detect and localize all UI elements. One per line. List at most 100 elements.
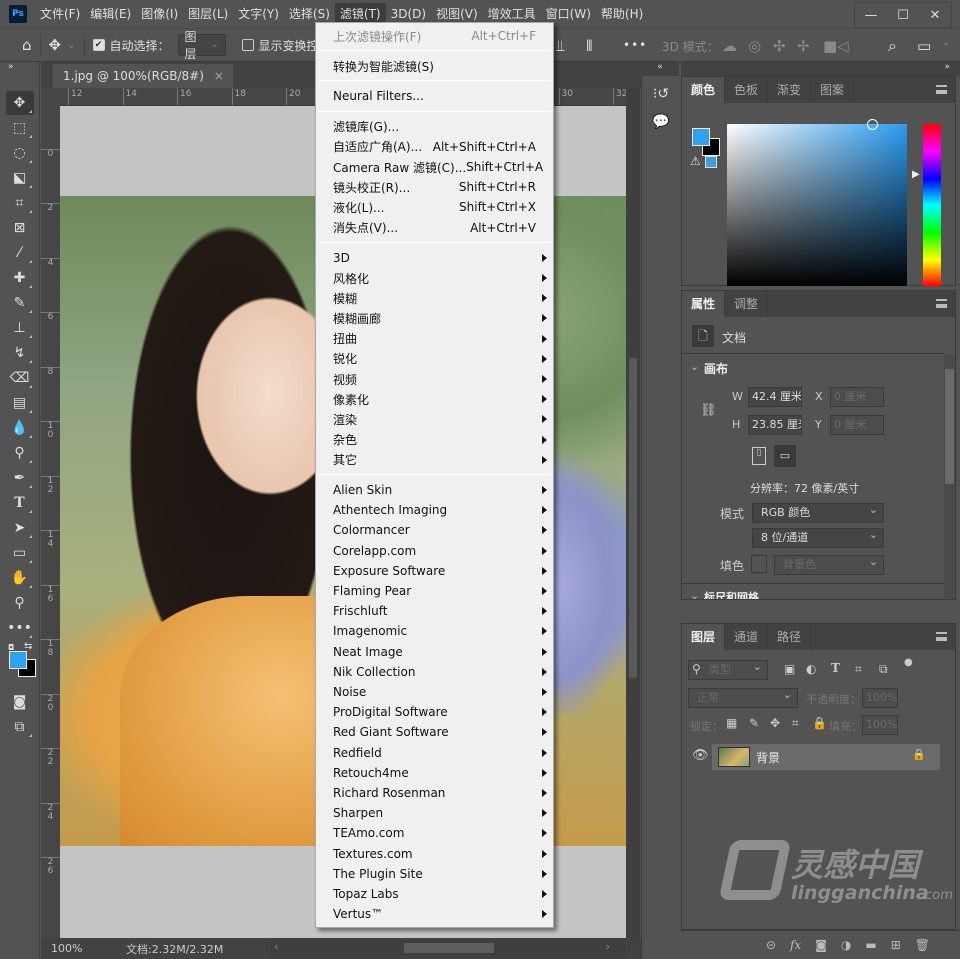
adjustment-layer-icon[interactable]: ◑ <box>841 938 851 952</box>
portrait-orientation-icon[interactable]: ▯ <box>752 447 766 465</box>
opacity-input[interactable]: 100% <box>862 688 898 708</box>
scroll-thumb[interactable] <box>404 943 494 953</box>
lock-artboard-icon[interactable]: ⌗ <box>792 716 799 731</box>
layers_panel-tab-1[interactable]: 通道 <box>725 624 769 650</box>
dodge-tool[interactable]: ⚲ <box>6 441 34 465</box>
color_panel-tab-1[interactable]: 色板 <box>725 77 769 103</box>
scroll-right-icon[interactable]: › <box>606 940 610 953</box>
history-brush-tool[interactable]: ↯ <box>6 341 34 365</box>
foreground-color-swatch[interactable] <box>9 651 27 669</box>
filter-menu-item[interactable]: 液化(L)... Shift+Ctrl+X <box>316 197 553 217</box>
rectangle-tool[interactable]: ▭ <box>6 541 34 565</box>
gamut-color-swatch[interactable] <box>705 156 717 168</box>
filter-menu-item[interactable]: Topaz Labs <box>316 884 553 904</box>
fill-input[interactable]: 100% <box>862 715 898 735</box>
menu-3[interactable]: 图层(L) <box>183 3 233 25</box>
width-input[interactable]: 42.4 厘米 <box>748 387 802 407</box>
filter-menu-item[interactable]: Exposure Software <box>316 561 553 581</box>
3d-roll-icon[interactable]: ◎ <box>748 37 761 55</box>
type-tool[interactable]: T <box>6 491 34 515</box>
lasso-tool[interactable]: ◌ <box>6 141 34 165</box>
layers_panel-tab-0[interactable]: 图层 <box>682 624 726 650</box>
bit-depth-select[interactable]: 8 位/通道 <box>752 526 884 548</box>
scroll-thumb[interactable] <box>629 358 637 678</box>
smart-object-filter-icon[interactable]: ⧉ <box>879 662 888 677</box>
x-input[interactable]: 0 厘米 <box>830 387 884 407</box>
filter-menu-item[interactable]: 消失点(V)... Alt+Ctrl+V <box>316 218 553 238</box>
clone-stamp-tool[interactable]: ⊥ <box>6 316 34 340</box>
filter-menu-item[interactable]: Sharpen <box>316 803 553 823</box>
pen-tool[interactable]: ✒ <box>6 466 34 490</box>
properties_panel-tab-0[interactable]: 属性 <box>682 291 726 317</box>
blend-mode-select[interactable]: 正常 <box>688 686 798 708</box>
panel-menu-icon[interactable] <box>936 85 947 94</box>
filter-menu-item[interactable]: 3D <box>316 248 553 268</box>
color-picker-cursor[interactable] <box>867 119 878 130</box>
canvas-section-title[interactable]: 画布 <box>704 360 728 377</box>
3d-orbit-icon[interactable]: ☁ <box>722 37 737 55</box>
gradient-tool[interactable]: ▤ <box>6 391 34 415</box>
workspace-icon[interactable]: ▭ <box>917 37 931 55</box>
brush-tool[interactable]: ✎ <box>6 291 34 315</box>
collapse-panels-icon[interactable]: » <box>681 62 960 76</box>
shape-layer-filter-icon[interactable]: ⌗ <box>855 662 862 677</box>
add-mask-icon[interactable]: ◙ <box>815 938 827 952</box>
filter-menu-item[interactable]: TEAmo.com <box>316 823 553 843</box>
3d-slide-icon[interactable]: ✢ <box>797 37 810 55</box>
edit-toolbar-icon[interactable]: ••• <box>6 616 34 640</box>
minimize-button[interactable]: — <box>855 3 887 27</box>
distribute-icon[interactable]: ⦀ <box>586 37 593 55</box>
hue-slider-handle[interactable]: ▶ <box>912 169 920 180</box>
blur-tool[interactable]: 💧 <box>6 416 34 440</box>
collapse-dock-icon[interactable]: « <box>641 62 679 76</box>
healing-brush-tool[interactable]: ✚ <box>6 266 34 290</box>
menu-2[interactable]: 图像(I) <box>136 3 183 25</box>
y-input[interactable]: 0 厘米 <box>830 415 884 435</box>
fill-color-swatch[interactable] <box>751 555 767 573</box>
filter-menu-item[interactable]: 上次滤镜操作(F) Alt+Ctrl+F <box>316 26 553 46</box>
filter-menu-item[interactable]: 视频 <box>316 369 553 389</box>
filter-menu-item[interactable]: Imagenomic <box>316 621 553 641</box>
align-bottom-icon[interactable]: ⫫ <box>556 37 564 55</box>
hue-slider[interactable] <box>923 124 941 286</box>
panel-menu-icon[interactable] <box>936 632 947 641</box>
filter-menu-item[interactable]: Neat Image <box>316 642 553 662</box>
filter-menu-item[interactable]: Corelapp.com <box>316 541 553 561</box>
lock-transparent-pixels-icon[interactable]: ▦ <box>726 716 737 730</box>
color_panel-tab-0[interactable]: 颜色 <box>682 77 726 103</box>
foreground-color-swatch[interactable] <box>692 128 710 146</box>
filter-menu-item[interactable]: Textures.com <box>316 844 553 864</box>
filter-menu-item[interactable]: The Plugin Site <box>316 864 553 884</box>
color_panel-tab-2[interactable]: 渐变 <box>768 77 812 103</box>
new-group-icon[interactable]: ▬ <box>865 938 876 952</box>
path-selection-tool[interactable]: ➤ <box>6 516 34 540</box>
filter-menu-item[interactable]: Neural Filters... <box>316 86 553 106</box>
type-layer-filter-icon[interactable]: T <box>831 661 840 675</box>
eraser-tool[interactable]: ⌫ <box>6 366 34 390</box>
frame-tool[interactable]: ⊠ <box>6 216 34 240</box>
marquee-tool[interactable]: ⬚ <box>6 116 34 140</box>
quick-mask-icon[interactable]: ◙ <box>6 690 34 714</box>
link-layers-icon[interactable]: ⊝ <box>766 938 776 952</box>
properties-scrollbar[interactable] <box>944 355 955 599</box>
link-dimensions-icon[interactable]: ⛓ <box>700 403 717 418</box>
layer-name[interactable]: 背景 <box>756 749 780 766</box>
close-tab-icon[interactable]: × <box>214 69 224 83</box>
color-picker-field[interactable] <box>727 119 907 286</box>
color-mode-select[interactable]: RGB 颜色 <box>752 501 884 523</box>
vertical-scrollbar[interactable] <box>626 88 640 938</box>
layer-row[interactable]: 背景 🔒 <box>712 744 940 770</box>
filter-menu-item[interactable]: 锐化 <box>316 349 553 369</box>
more-options-button[interactable]: ••• <box>623 38 647 52</box>
3d-pan-icon[interactable]: ✣ <box>773 37 786 55</box>
filter-menu-item[interactable]: ProDigital Software <box>316 702 553 722</box>
move-tool[interactable]: ✥ <box>5 91 34 115</box>
menu-4[interactable]: 文字(Y) <box>233 3 284 25</box>
color_panel-tab-3[interactable]: 图案 <box>811 77 855 103</box>
document-tab[interactable]: 1.jpg @ 100%(RGB/8#) × <box>53 64 233 88</box>
panel-menu-icon[interactable] <box>936 299 947 308</box>
object-selection-tool[interactable]: ⬕ <box>6 166 34 190</box>
filter-menu-item[interactable]: 杂色 <box>316 430 553 450</box>
workspace-chevron-icon[interactable]: ⌄ <box>942 37 950 48</box>
scroll-thumb[interactable] <box>945 369 954 484</box>
